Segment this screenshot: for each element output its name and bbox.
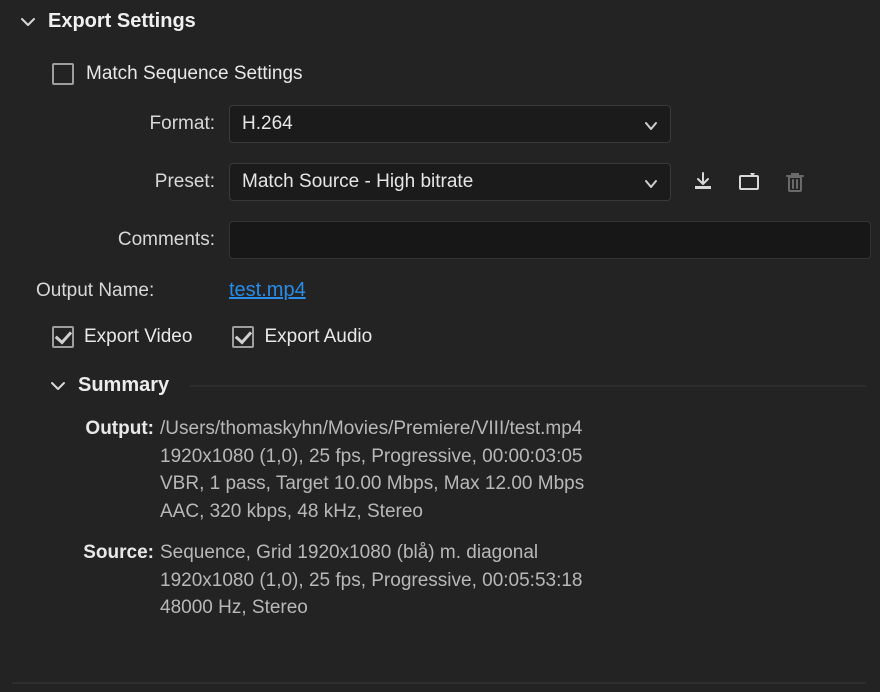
export-settings-title: Export Settings [48, 10, 196, 33]
summary-output-row: Output: /Users/thomaskyhn/Movies/Premier… [70, 415, 866, 525]
export-video-checkbox[interactable] [52, 326, 74, 348]
export-settings-header[interactable]: Export Settings [14, 10, 866, 39]
preset-label: Preset: [14, 171, 229, 193]
comments-row: Comments: [14, 221, 866, 259]
export-audio-checkbox[interactable] [232, 326, 254, 348]
export-settings-panel: Export Settings Match Sequence Settings … [0, 0, 880, 692]
format-label: Format: [14, 113, 229, 135]
summary-divider [189, 385, 866, 387]
export-audio-label: Export Audio [264, 326, 372, 348]
panel-bottom-divider [12, 682, 866, 684]
chevron-down-icon [644, 175, 658, 189]
export-video-row: Export Video [52, 326, 192, 348]
export-video-label: Export Video [84, 326, 192, 348]
summary-output-value: /Users/thomaskyhn/Movies/Premiere/VIII/t… [160, 415, 866, 525]
chevron-down-icon [50, 378, 66, 394]
summary-output-key: Output: [70, 415, 160, 443]
output-name-label: Output Name: [14, 280, 229, 302]
summary-source-row: Source: Sequence, Grid 1920x1080 (blå) m… [70, 539, 866, 622]
summary-title: Summary [78, 374, 169, 397]
match-sequence-label: Match Sequence Settings [86, 63, 303, 85]
format-row: Format: H.264 [14, 105, 866, 143]
preset-dropdown[interactable]: Match Source - High bitrate [229, 163, 671, 201]
match-sequence-checkbox[interactable] [52, 63, 74, 85]
match-sequence-row: Match Sequence Settings [52, 63, 866, 85]
save-preset-button[interactable] [689, 168, 717, 196]
delete-preset-button[interactable] [781, 168, 809, 196]
output-name-row: Output Name: test.mp4 [14, 279, 866, 302]
format-value: H.264 [242, 113, 293, 135]
export-toggles-row: Export Video Export Audio [52, 326, 866, 348]
preset-value: Match Source - High bitrate [242, 171, 473, 193]
output-name-link[interactable]: test.mp4 [229, 279, 306, 302]
import-preset-button[interactable] [735, 168, 763, 196]
summary-source-key: Source: [70, 539, 160, 567]
chevron-down-icon [20, 14, 36, 30]
chevron-down-icon [644, 117, 658, 131]
comments-label: Comments: [14, 229, 229, 251]
export-audio-row: Export Audio [232, 326, 372, 348]
summary-header[interactable]: Summary [14, 374, 866, 403]
summary-source-value: Sequence, Grid 1920x1080 (blå) m. diagon… [160, 539, 866, 622]
preset-row: Preset: Match Source - High bitrate [14, 163, 866, 201]
comments-input[interactable] [229, 221, 871, 259]
format-dropdown[interactable]: H.264 [229, 105, 671, 143]
summary-block: Output: /Users/thomaskyhn/Movies/Premier… [70, 415, 866, 622]
